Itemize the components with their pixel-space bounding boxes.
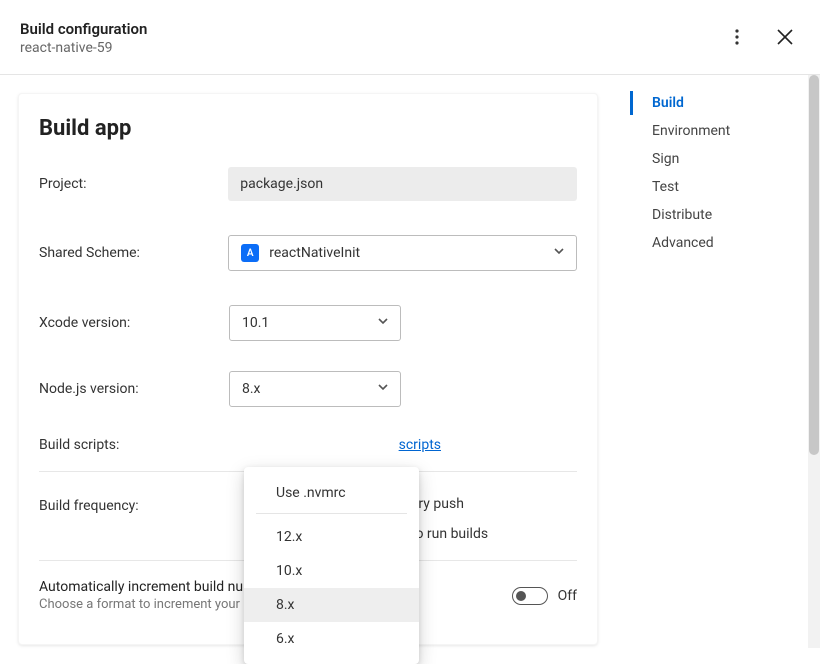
scripts-link-wrap: scripts — [229, 437, 577, 453]
node-version-dropdown: Use .nvmrc 12.x 10.x 8.x 6.x — [244, 467, 419, 664]
project-label: Project: — [39, 176, 228, 192]
page-subtitle: react-native-59 — [20, 40, 147, 56]
sidebar-item-distribute[interactable]: Distribute — [630, 201, 820, 229]
scheme-label: Shared Scheme: — [39, 245, 228, 261]
close-button[interactable] — [774, 26, 796, 48]
toggle-state-label: Off — [558, 588, 577, 604]
scheme-select[interactable]: reactNativeInit — [228, 235, 577, 271]
chevron-down-icon — [376, 314, 390, 332]
node-row: Node.js version: 8.x — [39, 371, 577, 407]
close-icon — [776, 28, 794, 46]
sidebar-item-label: Distribute — [652, 207, 712, 223]
xcode-select[interactable]: 10.1 — [229, 305, 401, 341]
sidebar-item-advanced[interactable]: Advanced — [630, 229, 820, 257]
sidebar-item-label: Test — [652, 179, 679, 195]
dropdown-item-12x[interactable]: 12.x — [244, 520, 419, 554]
sidebar-item-label: Advanced — [652, 235, 714, 251]
toggle-knob — [516, 591, 526, 601]
card-heading: Build app — [39, 116, 577, 141]
dropdown-item-nvmrc[interactable]: Use .nvmrc — [244, 475, 419, 513]
scrollbar-thumb[interactable] — [809, 75, 819, 455]
sidebar-item-build[interactable]: Build — [630, 89, 820, 117]
sidebar-item-sign[interactable]: Sign — [630, 145, 820, 173]
scripts-link[interactable]: scripts — [399, 437, 441, 453]
header: Build configuration react-native-59 — [0, 0, 820, 75]
header-actions — [726, 26, 796, 48]
dropdown-item-8x[interactable]: 8.x — [244, 588, 419, 622]
scrollbar-track[interactable] — [808, 75, 820, 648]
scheme-row: Shared Scheme: reactNativeInit — [39, 235, 577, 271]
auto-increment-right: Off — [512, 587, 577, 605]
header-left: Build configuration react-native-59 — [20, 20, 147, 56]
page-title: Build configuration — [20, 20, 147, 38]
sidebar-item-label: Environment — [652, 123, 730, 139]
chevron-down-icon — [552, 244, 566, 262]
more-button[interactable] — [726, 26, 748, 48]
xcode-select-value: 10.1 — [242, 315, 269, 331]
auto-increment-toggle[interactable] — [512, 587, 548, 605]
scheme-select-value: reactNativeInit — [269, 245, 360, 261]
scripts-label: Build scripts: — [39, 437, 229, 453]
sidebar-item-label: Sign — [652, 151, 679, 167]
project-row: Project: package.json — [39, 167, 577, 201]
node-select-value: 8.x — [242, 381, 261, 397]
dropdown-item-10x[interactable]: 10.x — [244, 554, 419, 588]
sidebar-item-test[interactable]: Test — [630, 173, 820, 201]
xcode-label: Xcode version: — [39, 315, 229, 331]
frequency-label: Build frequency: — [39, 496, 229, 514]
chevron-down-icon — [376, 380, 390, 398]
sidebar-item-label: Build — [652, 95, 684, 111]
sidebar-item-environment[interactable]: Environment — [630, 117, 820, 145]
node-label: Node.js version: — [39, 381, 229, 397]
xcode-row: Xcode version: 10.1 — [39, 305, 577, 341]
project-value-text: package.json — [240, 176, 323, 192]
frequency-option-1-label: to run builds — [411, 526, 488, 542]
sidebar: Build Environment Sign Test Distribute A… — [630, 75, 820, 648]
more-vertical-icon — [729, 28, 745, 46]
dropdown-item-6x[interactable]: 6.x — [244, 622, 419, 656]
node-select[interactable]: 8.x — [229, 371, 401, 407]
project-value: package.json — [228, 167, 577, 201]
dropdown-divider — [256, 513, 407, 514]
scripts-row: Build scripts: scripts — [39, 437, 577, 453]
app-icon — [241, 244, 259, 262]
